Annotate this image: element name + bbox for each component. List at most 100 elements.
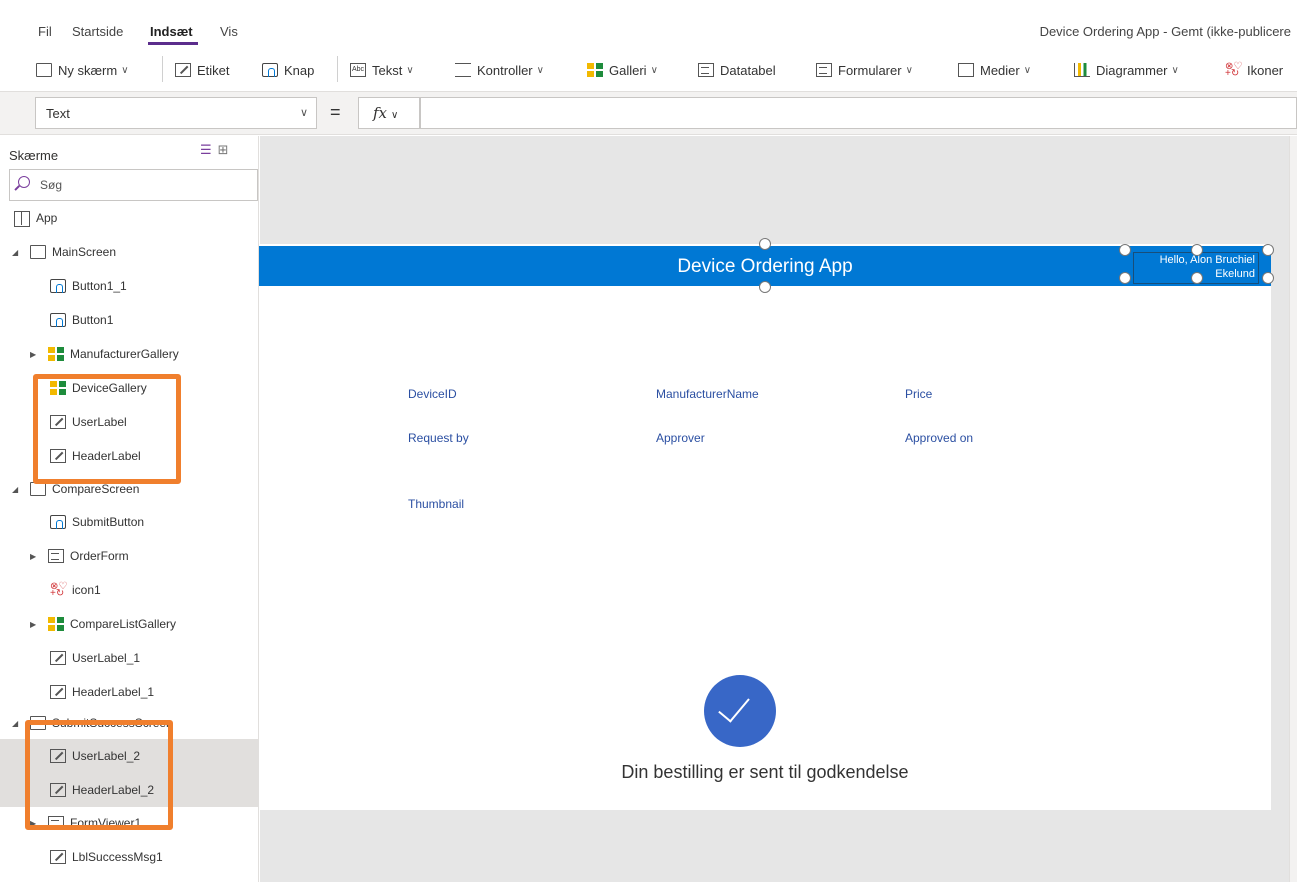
tree-node-label: HeaderLabel — [72, 449, 141, 463]
datatable-button[interactable]: Datatabel — [698, 60, 776, 80]
field-approver: Approver — [656, 431, 705, 445]
formula-input[interactable] — [420, 97, 1297, 129]
collapse-arrow-icon[interactable]: ◢ — [12, 485, 24, 494]
document-title: Device Ordering App - Gemt (ikke-publice… — [1039, 24, 1291, 39]
controls-dropdown[interactable]: Kontroller ∨ — [455, 60, 544, 80]
tree-search-input[interactable]: Søg — [9, 169, 258, 201]
button-icon — [50, 313, 66, 327]
forms-dropdown[interactable]: Formularer ∨ — [816, 60, 913, 80]
tree-node-label: UserLabel_1 — [72, 651, 141, 665]
label-icon — [50, 685, 66, 699]
label-icon — [50, 850, 66, 864]
tree-node-label: HeaderLabel_1 — [72, 685, 155, 699]
tree-node-button1[interactable]: Button1 — [50, 303, 113, 337]
tree-node-label: SubmitButton — [72, 515, 145, 529]
collapse-arrow-icon[interactable]: ◢ — [12, 719, 24, 728]
screen-icon — [30, 482, 46, 496]
tree-node-label: App — [36, 211, 58, 225]
fx-button[interactable]: fx ∨ — [358, 97, 420, 129]
screen-icon — [30, 716, 46, 730]
label-icon — [175, 63, 191, 77]
text-dropdown[interactable]: Abc Tekst ∨ — [350, 60, 414, 80]
forms-icon — [816, 63, 832, 77]
resize-handle[interactable] — [1191, 272, 1203, 284]
resize-handle[interactable] — [1262, 244, 1274, 256]
tree-node-userlabel-2[interactable]: UserLabel_2 — [0, 739, 259, 773]
resize-handle[interactable] — [1191, 244, 1203, 256]
tree-node-label: FormViewer1 — [70, 816, 142, 830]
list-view-icon[interactable]: ☰ — [200, 142, 218, 157]
tree-node-headerlabel-1[interactable]: HeaderLabel_1 — [50, 675, 154, 709]
chevron-down-icon: ∨ — [1023, 64, 1032, 76]
menu-indsaet[interactable]: Indsæt — [150, 24, 193, 39]
gallery-icon — [587, 63, 603, 77]
button-button[interactable]: Knap — [262, 60, 314, 80]
new-screen-label: Ny skærm — [58, 62, 118, 78]
tree-node-icon1[interactable]: ⊗♡ +↻ icon1 — [50, 573, 101, 607]
resize-handle[interactable] — [759, 281, 771, 293]
tree-node-label: DeviceGallery — [72, 381, 147, 395]
property-selector[interactable]: Text ∨ — [35, 97, 317, 129]
tree-node-label: MainScreen — [52, 245, 117, 259]
field-deviceid: DeviceID — [408, 387, 457, 401]
resize-handle[interactable] — [1119, 244, 1131, 256]
tree-node-comparelistgallery[interactable]: ▶ CompareListGallery — [30, 607, 176, 641]
media-dropdown[interactable]: Medier ∨ — [958, 60, 1031, 80]
tree-node-app[interactable]: App — [14, 201, 57, 235]
label-icon — [50, 449, 66, 463]
tree-title: Skærme — [9, 148, 59, 163]
tree-node-label: UserLabel_2 — [72, 749, 141, 763]
gallery-dropdown-label: Galleri — [609, 62, 647, 78]
expand-arrow-icon[interactable]: ▶ — [30, 552, 42, 561]
icons-dropdown[interactable]: ⊗♡ +↻ Ikoner — [1225, 60, 1283, 80]
tree-node-manufacturergallery[interactable]: ▶ ManufacturerGallery — [30, 337, 179, 371]
expand-arrow-icon[interactable]: ▶ — [30, 350, 42, 359]
label-button-label: Etiket — [197, 62, 230, 78]
charts-dropdown[interactable]: Diagrammer ∨ — [1074, 60, 1179, 80]
label-icon — [50, 415, 66, 429]
tree-node-label: ManufacturerGallery — [70, 347, 179, 361]
text-icon: Abc — [350, 63, 366, 77]
chevron-down-icon: ∨ — [406, 64, 414, 76]
menu-vis[interactable]: Vis — [220, 24, 238, 39]
field-thumbnail: Thumbnail — [408, 497, 465, 511]
menu-startside[interactable]: Startside — [72, 24, 123, 39]
tree-node-userlabel-1[interactable]: UserLabel_1 — [50, 641, 140, 675]
resize-handle[interactable] — [759, 238, 771, 250]
tree-node-submitscreen[interactable]: ◢ SubmitSuccessScreen — [12, 706, 173, 740]
expand-arrow-icon[interactable]: ▶ — [30, 819, 42, 828]
new-screen-button[interactable]: Ny skærm ∨ — [36, 60, 129, 80]
tree-node-button1-1[interactable]: Button1_1 — [50, 269, 127, 303]
expand-arrow-icon[interactable]: ▶ — [30, 620, 42, 629]
tree-node-comparescreen[interactable]: ◢ CompareScreen — [12, 472, 139, 506]
tree-node-submitbutton[interactable]: SubmitButton — [50, 505, 144, 539]
tree-node-headerlabel-2[interactable]: HeaderLabel_2 — [0, 773, 259, 807]
tree-node-devicegallery[interactable]: DeviceGallery — [50, 371, 147, 405]
property-value: Text — [46, 106, 70, 121]
tree-node-lblsuccessmsg[interactable]: LblSuccessMsg1 — [50, 840, 163, 874]
tree-node-userlabel[interactable]: UserLabel — [50, 405, 127, 439]
tree-node-label: Button1_1 — [72, 279, 127, 293]
tree-node-orderform[interactable]: ▶ OrderForm — [30, 539, 129, 573]
tree-view-toggle-icons[interactable]: ☰⊞ — [200, 142, 235, 158]
thumbnail-view-icon[interactable]: ⊞ — [218, 142, 235, 157]
equals-sign: = — [330, 102, 341, 122]
resize-handle[interactable] — [1262, 272, 1274, 284]
screen-icon — [30, 245, 46, 259]
label-button[interactable]: Etiket — [175, 60, 230, 80]
tree-node-headerlabel[interactable]: HeaderLabel — [50, 439, 141, 473]
resize-handle[interactable] — [1119, 272, 1131, 284]
tree-node-label: UserLabel — [72, 415, 127, 429]
media-dropdown-label: Medier — [980, 62, 1020, 78]
gallery-dropdown[interactable]: Galleri ∨ — [587, 60, 658, 80]
tree-node-mainscreen[interactable]: ◢ MainScreen — [12, 235, 116, 269]
menu-fil[interactable]: Fil — [38, 24, 52, 39]
controls-dropdown-label: Kontroller — [477, 62, 533, 78]
tree-node-formviewer[interactable]: ▶ FormViewer1 — [30, 806, 141, 840]
collapse-arrow-icon[interactable]: ◢ — [12, 248, 24, 257]
fx-icon: fx — [373, 104, 388, 122]
tree-node-label: SubmitSuccessScreen — [52, 716, 173, 730]
new-screen-icon — [36, 63, 52, 77]
formula-bar: Text ∨ = fx ∨ — [0, 92, 1297, 135]
icons-dropdown-label: Ikoner — [1247, 62, 1284, 78]
